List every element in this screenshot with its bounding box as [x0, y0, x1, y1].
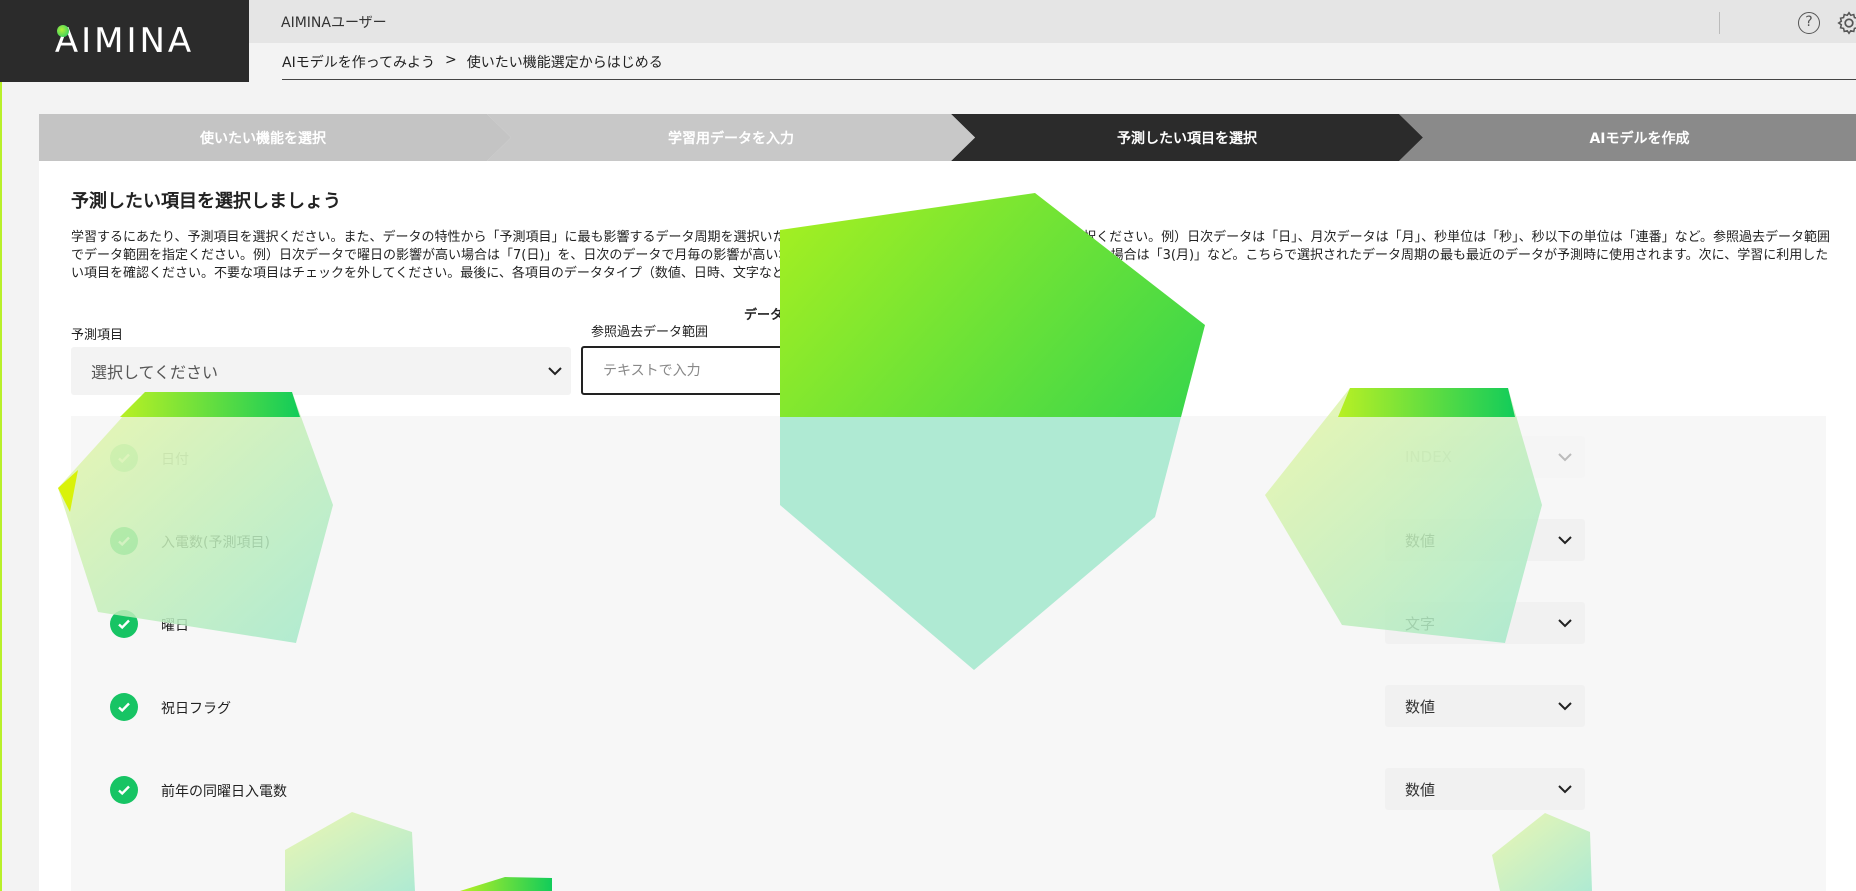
list-item: 曜日 文字: [71, 582, 1826, 665]
checkbox-checked[interactable]: [110, 610, 138, 638]
step-input-training-data[interactable]: 学習用データを入力: [511, 114, 951, 161]
item-name: 祝日フラグ: [161, 701, 231, 717]
chevron-down-icon: [548, 367, 562, 376]
prediction-item-value: 選択してください: [91, 363, 219, 382]
list-item: 祝日フラグ 数値: [71, 665, 1826, 748]
instructions-text: 学習するにあたり、予測項目を選択ください。また、データの特性から「予測項目」に最…: [71, 230, 1831, 281]
checkbox-checked[interactable]: [110, 776, 138, 804]
check-icon: [118, 702, 130, 713]
chevron-down-icon: [1558, 619, 1572, 628]
data-unit-label: データ単位: [812, 325, 878, 340]
data-type-value: 数値: [1405, 697, 1436, 716]
data-type-value: 文字: [1405, 614, 1436, 633]
reference-range-input[interactable]: [581, 346, 801, 395]
data-type-select[interactable]: 数値: [1385, 768, 1585, 810]
logo-text: AIMINA: [54, 21, 195, 61]
item-name: 入電数(予測項目): [161, 535, 270, 551]
gear-icon[interactable]: [1836, 10, 1856, 36]
step-select-feature[interactable]: 使いたい機能を選択: [39, 114, 487, 161]
breadcrumb-item-create-model[interactable]: AIモデルを作ってみよう: [282, 52, 435, 72]
data-type-value: 数値: [1405, 780, 1436, 799]
item-name: 前年の同曜日入電数: [161, 784, 287, 800]
data-type-select[interactable]: 数値: [1385, 519, 1585, 561]
chevron-down-icon: [1558, 785, 1572, 794]
main-card: 予測したい項目を選択しましょう 学習するにあたり、予測項目を選択ください。また、…: [39, 161, 1856, 891]
breadcrumb-separator: >: [445, 52, 457, 68]
top-bar: AIMINAユーザー ?: [249, 0, 1856, 43]
step-create-ai-model: AIモデルを作成: [1589, 130, 1690, 147]
progress-stepper: 使いたい機能を選択 学習用データを入力 予測したい項目を選択 AIモデルを作成: [39, 114, 1856, 161]
data-type-value: 数値: [1405, 531, 1436, 550]
data-type-value: INDEX: [1405, 448, 1452, 466]
user-name[interactable]: AIMINAユーザー: [281, 12, 387, 32]
checkbox-checked[interactable]: [110, 527, 138, 555]
data-type-select[interactable]: 数値: [1385, 685, 1585, 727]
data-period-label: データ周期: [744, 308, 810, 323]
chevron-down-icon: [1558, 702, 1572, 711]
check-icon: [118, 785, 130, 796]
data-unit-value: 選択してください: [832, 362, 960, 381]
check-icon: [118, 536, 130, 547]
logo-dot-icon: [56, 25, 69, 37]
list-item: 前年の同曜日入電数 数値: [71, 748, 1826, 831]
chevron-down-icon: [989, 366, 1003, 375]
left-accent-bar: [0, 82, 2, 891]
breadcrumb-item-feature-select: 使いたい機能選定からはじめる: [466, 55, 663, 71]
check-icon: [118, 619, 130, 630]
app-logo[interactable]: AIMINA: [0, 0, 249, 82]
prediction-item-select[interactable]: 選択してください: [71, 347, 571, 395]
item-name: 曜日: [161, 618, 189, 634]
reference-range-label: 参照過去データ範囲: [591, 325, 709, 340]
list-item: 日付 INDEX: [71, 416, 1826, 499]
topbar-divider: [1719, 12, 1720, 34]
chevron-down-icon: [1558, 536, 1572, 545]
page-title: 予測したい項目を選択しましょう: [71, 191, 341, 212]
breadcrumb: AIモデルを作ってみよう > 使いたい機能選定からはじめる: [282, 52, 663, 72]
breadcrumb-divider: [282, 79, 1856, 80]
help-icon[interactable]: ?: [1798, 12, 1820, 34]
item-name: 日付: [161, 452, 189, 468]
checkbox-checked[interactable]: [110, 444, 138, 472]
data-type-select: INDEX: [1385, 436, 1585, 478]
data-type-select[interactable]: 文字: [1385, 602, 1585, 644]
prediction-item-label: 予測項目: [71, 328, 124, 343]
data-unit-select[interactable]: 選択してください: [812, 346, 1012, 394]
items-list: 日付 INDEX 入電数(予測項目) 数値 曜日 文字 祝日フラグ 数値 前年の…: [71, 416, 1826, 891]
step-select-prediction-item[interactable]: 予測したい項目を選択: [975, 114, 1399, 161]
list-item: 入電数(予測項目) 数値: [71, 499, 1826, 582]
chevron-down-icon: [1558, 453, 1572, 462]
checkbox-checked[interactable]: [110, 693, 138, 721]
check-icon: [118, 453, 130, 464]
